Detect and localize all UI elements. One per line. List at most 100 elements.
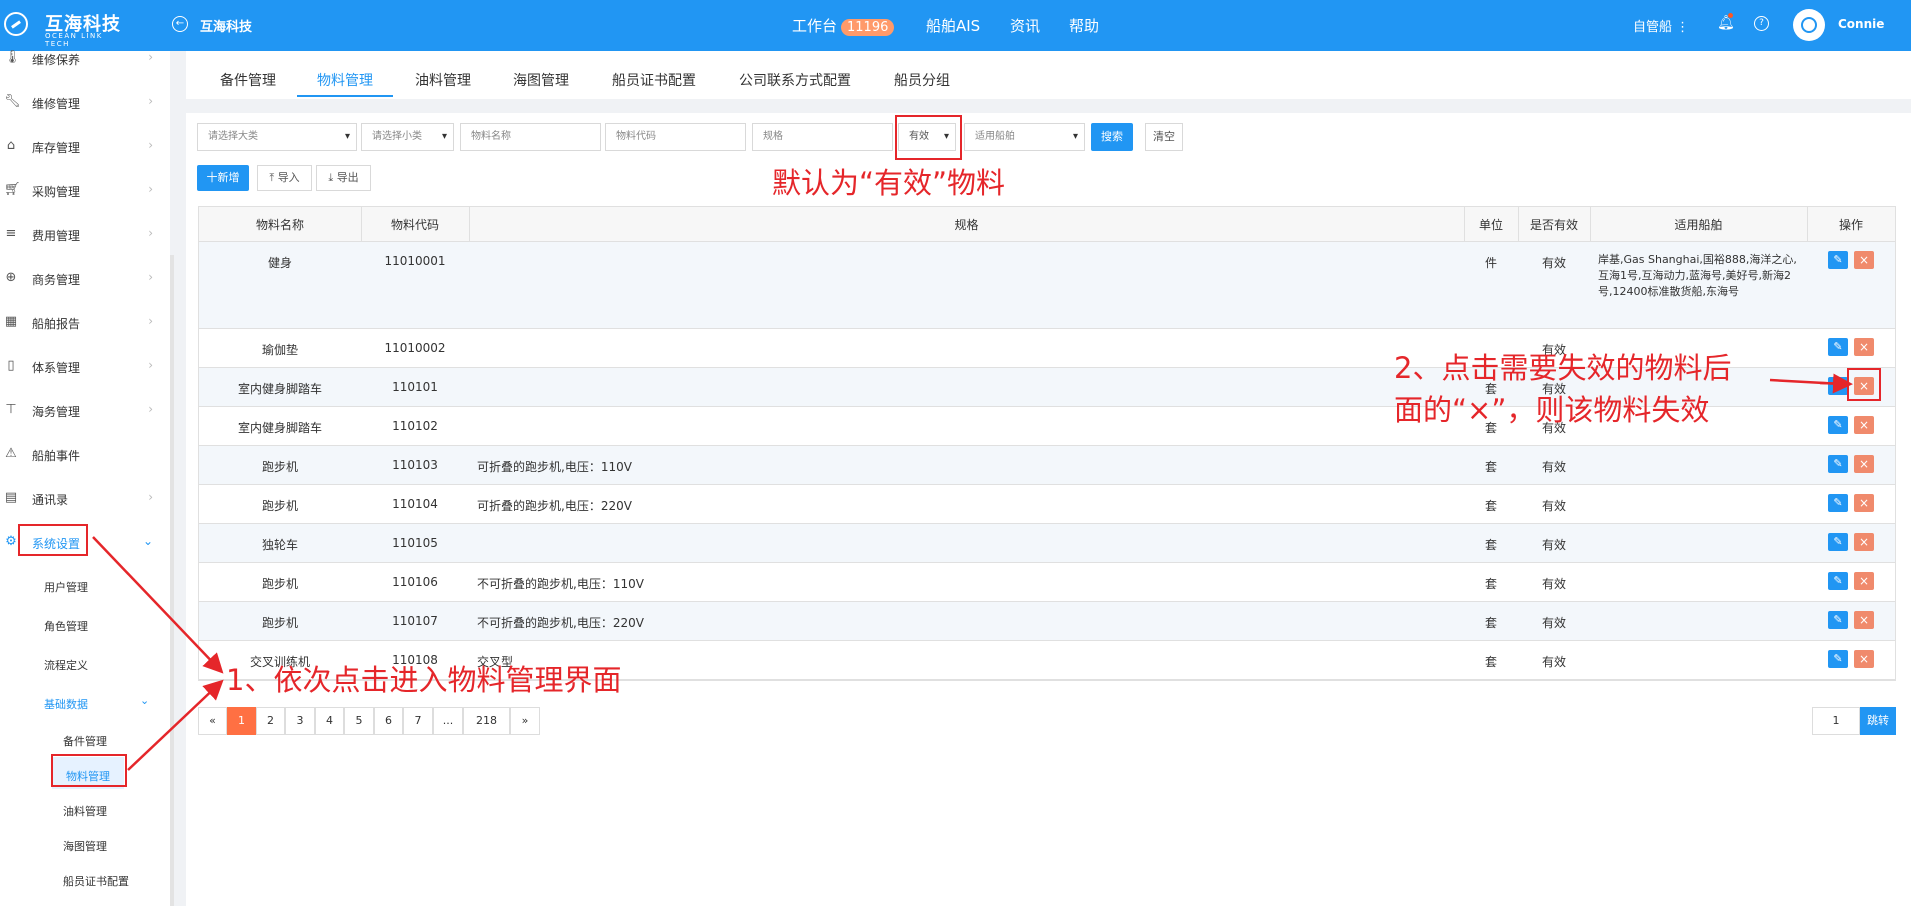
help-icon[interactable]: ? [1754,16,1769,31]
sidebar-item-contacts[interactable]: ▤ 通讯录 › [0,484,165,514]
cell-unit: 套 [1484,616,1497,630]
jump-button[interactable]: 跳转 [1860,707,1896,735]
pagination-page-2[interactable]: 2 [256,707,285,735]
sidebar-scrollbar[interactable] [170,255,174,906]
tab-crew-groups[interactable]: 船员分组 [894,70,950,90]
material-code-input[interactable]: 物料代码 [605,123,746,151]
cell-valid: 有效 [1541,256,1566,270]
delete-icon[interactable]: × [1854,251,1874,269]
logo[interactable]: 互海科技 OCEAN LINK TECH [0,8,130,48]
sidebar-sub-roles[interactable]: 角色管理 [44,618,88,634]
edit-icon[interactable]: ✎ [1828,494,1848,512]
tab-charts[interactable]: 海图管理 [513,70,569,90]
sidebar-item-inventory[interactable]: ⌂ 库存管理 › [0,132,165,162]
sidebar-sub-spare-parts[interactable]: 备件管理 [63,733,107,749]
search-button[interactable]: 搜索 [1091,123,1133,151]
chevron-down-icon: ▾ [344,131,350,142]
sidebar-item-reports[interactable]: ▦ 船舶报告 › [0,308,165,338]
nav-help[interactable]: 帮助 [1069,15,1099,36]
pagination-page-5[interactable]: 5 [344,707,374,735]
sidebar-item-marine[interactable]: ⊤ 海务管理 › [0,396,165,426]
cell-code: 110106 [392,575,438,589]
chevron-right-icon: › [148,94,153,108]
fleet-selector[interactable]: 自管船 ⋮ [1633,16,1689,35]
sidebar-item-label: 船舶事件 [32,449,81,463]
annotation-step2-line2: 面的“×”，则该物料失效 [1394,393,1710,427]
sidebar-item-purchase[interactable]: 🛒︎ 采购管理 › [0,176,165,206]
avatar[interactable] [1793,9,1825,41]
pagination-page-3[interactable]: 3 [285,707,315,735]
delete-icon[interactable]: × [1854,416,1874,434]
nav-news[interactable]: 资讯 [1010,15,1040,36]
document-icon: ▯ [7,358,15,373]
edit-icon[interactable]: ✎ [1828,572,1848,590]
sidebar-item-repair[interactable]: 🔧︎ 维修管理 › [0,88,165,118]
tab-crew-certs[interactable]: 船员证书配置 [612,70,696,90]
cell-spec: 交叉型 [477,655,514,669]
clear-button[interactable]: 清空 [1145,123,1183,151]
delete-icon[interactable]: × [1854,338,1874,356]
nav-workbench[interactable]: 工作台 11196 [792,15,895,36]
sidebar-sub-crew-certs[interactable]: 船员证书配置 [63,873,129,889]
edit-icon[interactable]: ✎ [1828,611,1848,629]
back-arrow-icon[interactable]: ← [172,16,188,32]
edit-icon[interactable]: ✎ [1828,338,1848,356]
delete-icon[interactable]: × [1854,650,1874,668]
username[interactable]: Connie [1838,17,1884,31]
delete-icon[interactable]: × [1854,533,1874,551]
pagination-page-7[interactable]: 7 [403,707,433,735]
subcategory-select[interactable]: 请选择小类 ▾ [361,123,454,151]
cell-unit: 件 [1484,256,1497,270]
pagination-page-1[interactable]: 1 [227,707,256,735]
gear-icon: ⚙︎ [5,534,17,549]
vessel-select[interactable]: 适用船舶 ▾ [964,123,1085,151]
spec-input[interactable]: 规格 [752,123,893,151]
delete-icon[interactable]: × [1854,455,1874,473]
delete-icon[interactable]: × [1854,494,1874,512]
category-select[interactable]: 请选择大类 ▾ [197,123,357,151]
warning-icon: ⚠︎ [5,446,17,461]
nav-ais[interactable]: 船舶AIS [926,15,980,36]
edit-icon[interactable]: ✎ [1828,377,1848,395]
sidebar-item-maintenance[interactable]: 🌡︎ 维修保养 › [0,44,165,74]
tab-oil[interactable]: 油料管理 [415,70,471,90]
cell-valid: 有效 [1541,538,1566,552]
cell-valid: 有效 [1541,616,1566,630]
tab-contacts-config[interactable]: 公司联系方式配置 [739,70,851,90]
sidebar-item-business[interactable]: ⊕ 商务管理 › [0,264,165,294]
cell-valid: 有效 [1541,460,1566,474]
sidebar-item-expense[interactable]: ≡ 费用管理 › [0,220,165,250]
material-name-input[interactable]: 物料名称 [460,123,601,151]
jump-page-input[interactable]: 1 [1812,707,1860,735]
sidebar-sub-users[interactable]: 用户管理 [44,579,88,595]
export-button[interactable]: ⤓ 导出 [316,165,371,191]
sidebar-item-system-mgmt[interactable]: ▯ 体系管理 › [0,352,165,382]
more-vertical-icon: ⋮ [1676,20,1690,35]
chevron-down-icon: ⌄ [142,534,153,548]
sidebar-sub-workflow[interactable]: 流程定义 [44,657,88,673]
edit-icon[interactable]: ✎ [1828,533,1848,551]
add-button[interactable]: 十新增 [197,165,249,191]
pagination-prev[interactable]: « [198,707,227,735]
pagination-page-6[interactable]: 6 [374,707,403,735]
edit-icon[interactable]: ✎ [1828,416,1848,434]
pagination-page-last[interactable]: 218 [463,707,510,735]
delete-icon[interactable]: × [1854,611,1874,629]
edit-icon[interactable]: ✎ [1828,650,1848,668]
tab-spare-parts[interactable]: 备件管理 [220,70,276,90]
calendar-icon: ▦ [4,314,18,329]
pagination-page-4[interactable]: 4 [315,707,344,735]
pagination-next[interactable]: » [510,707,540,735]
sidebar-sub-oil[interactable]: 油料管理 [63,803,107,819]
tab-materials[interactable]: 物料管理 [317,70,373,90]
workbench-badge: 11196 [841,19,895,36]
cell-unit: 套 [1484,538,1497,552]
sidebar-sub-charts[interactable]: 海图管理 [63,838,107,854]
edit-icon[interactable]: ✎ [1828,455,1848,473]
import-button[interactable]: ⤒ 导入 [257,165,312,191]
sidebar-item-events[interactable]: ⚠︎ 船舶事件 [0,440,165,470]
download-icon: ⤓ [328,171,334,184]
sidebar-sub-basic-data[interactable]: 基础数据 [44,696,88,712]
delete-icon[interactable]: × [1854,572,1874,590]
edit-icon[interactable]: ✎ [1828,251,1848,269]
